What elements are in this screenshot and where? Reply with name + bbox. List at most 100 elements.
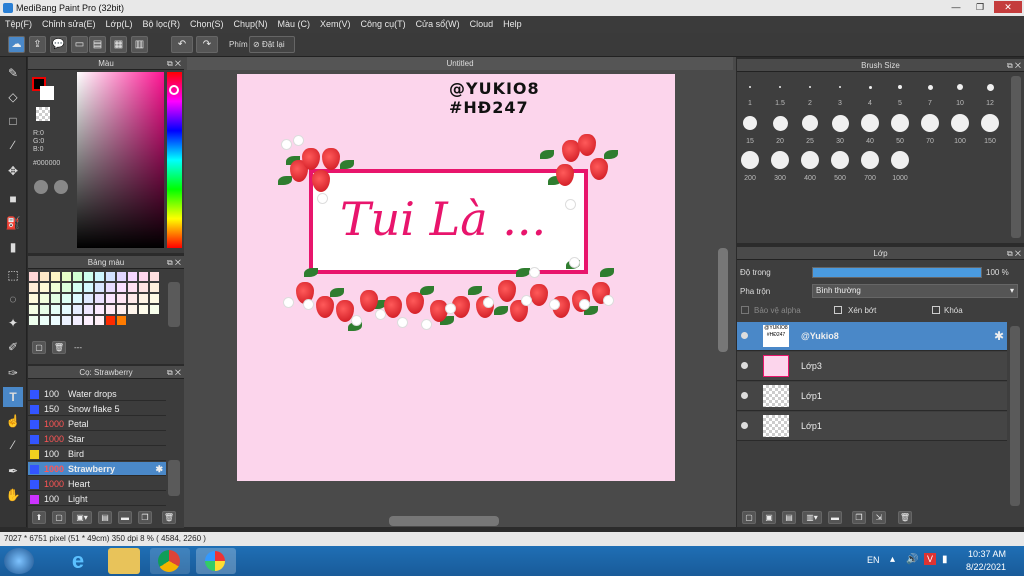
brush-size-preview[interactable] xyxy=(891,151,909,169)
palette-swatch[interactable] xyxy=(29,305,38,314)
volume-icon[interactable]: 🔊 xyxy=(906,554,918,565)
eye-icon[interactable] xyxy=(741,362,748,369)
clipping-checkbox[interactable] xyxy=(834,306,842,314)
palette-swatch[interactable] xyxy=(150,283,159,292)
palette-swatch[interactable] xyxy=(62,305,71,314)
palette-swatch[interactable] xyxy=(106,272,115,281)
brush-item[interactable]: 1000 Petal xyxy=(28,417,166,431)
palette-swatch[interactable] xyxy=(106,305,115,314)
opacity-slider[interactable] xyxy=(812,267,982,278)
select-pen-icon[interactable]: ✐ xyxy=(3,337,23,357)
palette-swatch[interactable] xyxy=(73,316,82,325)
brush-size-preview[interactable] xyxy=(743,116,757,130)
palette-swatch[interactable] xyxy=(62,272,71,281)
folder-icon[interactable]: ▬ xyxy=(118,511,132,524)
panel-close-icon[interactable]: ⧉ ✕ xyxy=(1007,59,1021,72)
rectangle-tool-icon[interactable]: □ xyxy=(3,111,23,131)
menu-window[interactable]: Cửa sổ(W) xyxy=(411,16,465,29)
gear-icon[interactable]: ✱ xyxy=(155,462,163,476)
delete-brush-icon[interactable]: 🗑 xyxy=(162,511,176,524)
brush-size-preview[interactable] xyxy=(921,114,939,132)
brush-item-selected[interactable]: 1000 Strawberry ✱ xyxy=(28,462,166,476)
brush-size-preview[interactable] xyxy=(861,114,879,132)
palette-swatch[interactable] xyxy=(40,294,49,303)
palette-swatch[interactable] xyxy=(128,305,137,314)
palette-swatch[interactable] xyxy=(128,294,137,303)
palette-swatch[interactable] xyxy=(106,283,115,292)
menu-file[interactable]: Tệp(F) xyxy=(0,16,37,29)
layer-row[interactable]: Lớp1 xyxy=(737,412,1007,441)
protect-alpha-checkbox[interactable] xyxy=(741,306,749,314)
palette-swatch[interactable] xyxy=(73,305,82,314)
palette-swatch[interactable] xyxy=(51,272,60,281)
medibang-icon[interactable] xyxy=(196,548,236,574)
brush-size-preview[interactable] xyxy=(891,114,909,132)
brush-size-preview[interactable] xyxy=(868,85,872,89)
palette-swatch[interactable] xyxy=(117,272,126,281)
duplicate-layer-icon[interactable]: ❐ xyxy=(852,511,866,524)
palette-swatch[interactable] xyxy=(117,283,126,292)
menu-filter[interactable]: Bộ lọc(R) xyxy=(137,16,185,29)
menu-layer[interactable]: Lớp(L) xyxy=(101,16,138,29)
panel-close-icon[interactable]: ⧉ ✕ xyxy=(167,256,181,269)
new-layer-icon[interactable]: ▢ xyxy=(742,511,756,524)
battery-icon[interactable]: ▮ xyxy=(942,554,948,565)
menu-help[interactable]: Help xyxy=(498,16,527,29)
palette-swatch[interactable] xyxy=(106,316,115,325)
select-eraser-icon[interactable]: ✑ xyxy=(3,363,23,383)
palette-swatch[interactable] xyxy=(95,272,104,281)
palette-swatch[interactable] xyxy=(95,316,104,325)
menu-tools[interactable]: Công cụ(T) xyxy=(356,16,411,29)
layer-scrollbar[interactable] xyxy=(1010,326,1020,506)
layer-menu-icon[interactable]: ▥▾ xyxy=(802,511,822,524)
reset-button[interactable]: ⊘ Đặt lại xyxy=(249,36,295,53)
palette-swatch[interactable] xyxy=(62,316,71,325)
share-icon[interactable]: ⇪ xyxy=(29,36,46,53)
brush-tool-icon[interactable]: ✎ xyxy=(3,63,23,83)
hand-tool-icon[interactable]: ✋ xyxy=(3,485,23,505)
undo-icon[interactable]: ↶ xyxy=(171,36,193,53)
vivaldi-tray-icon[interactable]: V xyxy=(924,553,936,565)
palette-swatch[interactable] xyxy=(117,294,126,303)
brush-size-preview[interactable] xyxy=(951,114,969,132)
menu-view[interactable]: Xem(V) xyxy=(315,16,356,29)
start-button[interactable] xyxy=(4,548,34,574)
palette-swatch[interactable] xyxy=(95,305,104,314)
palette-swatch[interactable] xyxy=(139,272,148,281)
palette-swatch[interactable] xyxy=(29,316,38,325)
pen-tool-icon[interactable]: ✒ xyxy=(3,461,23,481)
move-tool-icon[interactable]: ✥ xyxy=(3,161,23,181)
operation-tool-icon[interactable]: ☝ xyxy=(3,411,23,431)
duplicate-icon[interactable]: ❐ xyxy=(138,511,152,524)
brush-size-preview[interactable] xyxy=(831,114,849,132)
palette-scrollbar[interactable] xyxy=(168,282,180,327)
layer-folder-icon[interactable]: ▬ xyxy=(828,511,842,524)
brush-item[interactable]: 100 Light xyxy=(28,492,166,506)
delete-layer-icon[interactable]: 🗑 xyxy=(898,511,912,524)
palette-swatch[interactable] xyxy=(84,316,93,325)
panel-close-icon[interactable]: ⧉ ✕ xyxy=(167,57,181,70)
palette-swatch[interactable] xyxy=(51,294,60,303)
palette-swatch[interactable] xyxy=(117,316,126,325)
bucket-tool-icon[interactable]: ⛽ xyxy=(3,213,23,233)
brush-size-preview[interactable] xyxy=(771,151,789,169)
palette-swatch[interactable] xyxy=(84,294,93,303)
palette-swatch[interactable] xyxy=(106,294,115,303)
color-wheel-icon[interactable] xyxy=(34,180,48,194)
select-tool-icon[interactable]: ⬚ xyxy=(3,265,23,285)
delete-palette-icon[interactable]: 🗑 xyxy=(52,341,66,354)
palette-swatch[interactable] xyxy=(40,272,49,281)
brush-menu-icon[interactable]: ▣▾ xyxy=(72,511,92,524)
brush-size-preview[interactable] xyxy=(927,84,933,90)
palette-swatch[interactable] xyxy=(139,294,148,303)
canvas-vertical-scrollbar[interactable] xyxy=(718,248,728,352)
brush-size-preview[interactable] xyxy=(898,85,902,89)
saturation-value-picker[interactable] xyxy=(77,72,164,248)
layout-icon[interactable]: ▥ xyxy=(131,36,148,53)
magic-wand-icon[interactable]: ✦ xyxy=(3,313,23,333)
brush-size-preview[interactable] xyxy=(957,84,963,90)
layer-row[interactable]: Lớp1 xyxy=(737,382,1007,411)
brush-item[interactable]: 150 Snow flake 5 xyxy=(28,402,166,416)
document-icon[interactable]: ▤ xyxy=(89,36,106,53)
gear-icon[interactable]: ✱ xyxy=(994,329,1004,343)
